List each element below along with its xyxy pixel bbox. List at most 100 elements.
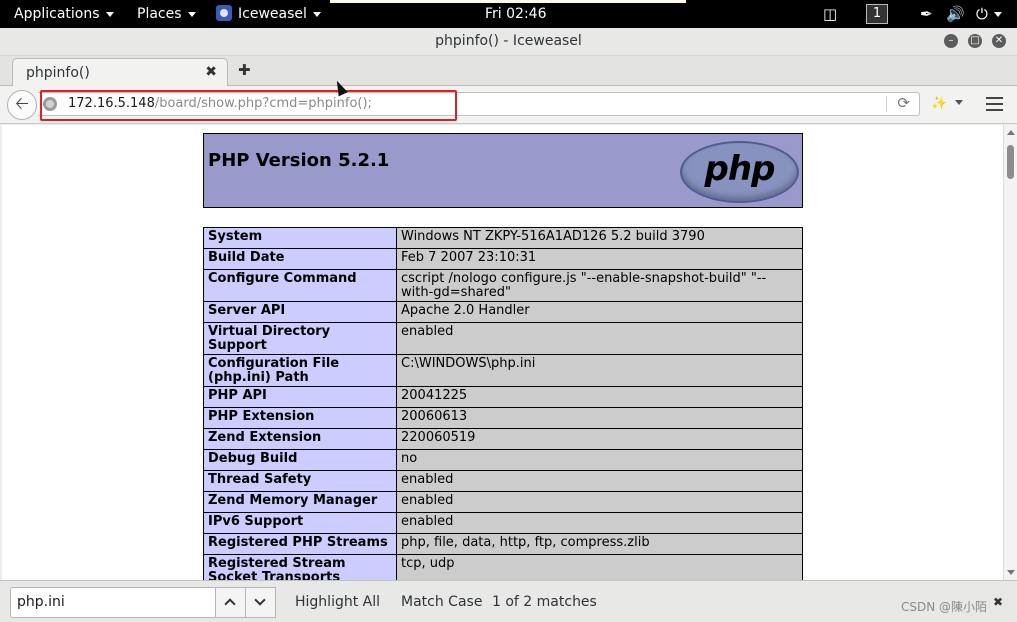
addon-icon[interactable]: ✨ xyxy=(931,96,947,111)
info-key: Configure Command xyxy=(203,269,397,302)
info-value: 20060613 xyxy=(396,407,803,429)
table-row: Build Date Feb 7 2007 23:10:31 xyxy=(203,248,803,270)
maximize-button[interactable]: □ xyxy=(968,34,982,48)
table-row: Zend Memory Manager enabled xyxy=(203,491,803,513)
table-row: IPv6 Support enabled xyxy=(203,512,803,534)
reload-icon[interactable]: ⟳ xyxy=(897,94,910,112)
table-row: Thread Safety enabled xyxy=(203,470,803,492)
info-value: 220060519 xyxy=(396,428,803,450)
tab-phpinfo[interactable]: phpinfo() ✖ xyxy=(12,58,228,87)
active-app-label: Iceweasel xyxy=(238,6,307,22)
scroll-down-icon[interactable] xyxy=(1007,570,1015,575)
scrollbar-thumb[interactable] xyxy=(1007,145,1014,179)
info-value: Windows NT ZKPY-516A1AD126 5.2 build 379… xyxy=(396,227,803,249)
window-title: phpinfo() - Iceweasel xyxy=(435,33,582,49)
find-bar: php.ini Highlight All Match Case 1 of 2 … xyxy=(0,580,1017,622)
info-value: php, file, data, http, ftp, compress.zli… xyxy=(396,533,803,555)
info-value: enabled xyxy=(396,470,803,492)
tab-strip: phpinfo() ✖ ✚ xyxy=(0,56,1017,87)
info-key: Configuration File (php.ini) Path xyxy=(203,354,397,387)
table-row: Configuration File (php.ini) Path C:\WIND… xyxy=(203,354,803,387)
info-key: PHP Extension xyxy=(203,407,397,429)
php-header-banner: PHP Version 5.2.1 php xyxy=(203,133,803,208)
info-key: Thread Safety xyxy=(203,470,397,492)
close-tab-icon[interactable]: ✖ xyxy=(205,64,217,80)
find-next-button[interactable] xyxy=(245,587,276,618)
php-info-table: System Windows NT ZKPY-516A1AD126 5.2 bui… xyxy=(203,227,803,580)
info-value: 20041225 xyxy=(396,386,803,408)
info-key: Server API xyxy=(203,301,397,323)
match-case-toggle[interactable]: Match Case xyxy=(401,594,482,610)
info-key: Debug Build xyxy=(203,449,397,471)
camera-icon[interactable]: ◫ xyxy=(823,0,837,28)
table-row: Debug Build no xyxy=(203,449,803,471)
top-panel: Applications Places Iceweasel Fri 02:46 … xyxy=(0,0,1017,28)
table-row: Virtual Directory Support enabled xyxy=(203,322,803,355)
info-key: Zend Memory Manager xyxy=(203,491,397,513)
new-tab-button[interactable]: ✚ xyxy=(238,61,251,79)
table-row: Server API Apache 2.0 Handler xyxy=(203,301,803,323)
table-row: Registered Stream Socket Transports tcp, … xyxy=(203,554,803,580)
tab-label: phpinfo() xyxy=(26,65,90,81)
table-row: System Windows NT ZKPY-516A1AD126 5.2 bui… xyxy=(203,227,803,249)
info-value: enabled xyxy=(396,322,803,355)
info-key: PHP API xyxy=(203,386,397,408)
close-window-button[interactable]: ✕ xyxy=(992,34,1006,48)
places-menu-label: Places xyxy=(137,6,182,22)
iceweasel-icon xyxy=(216,5,232,21)
info-value: Apache 2.0 Handler xyxy=(396,301,803,323)
url-separator xyxy=(886,96,887,112)
volume-icon[interactable]: 🔊 xyxy=(946,0,965,28)
pen-icon[interactable]: ✒ xyxy=(920,0,933,28)
php-logo-text: php xyxy=(704,149,776,189)
workspace-number: 1 xyxy=(866,4,888,24)
find-status: 1 of 2 matches xyxy=(492,594,597,610)
find-previous-button[interactable] xyxy=(215,587,246,618)
table-row: Registered PHP Streams php, file, data, h… xyxy=(203,533,803,555)
find-input[interactable]: php.ini xyxy=(10,587,216,618)
chevron-down-icon xyxy=(993,12,1002,17)
highlight-all-toggle[interactable]: Highlight All xyxy=(295,594,380,610)
hamburger-menu-icon[interactable] xyxy=(986,97,1003,111)
vertical-scrollbar[interactable] xyxy=(1003,125,1017,580)
php-version-title: PHP Version 5.2.1 xyxy=(208,150,390,171)
places-menu[interactable]: Places xyxy=(137,0,196,28)
close-icon[interactable]: ✖ xyxy=(993,595,1003,609)
watermark-text: CSDN @陳小陌 xyxy=(901,600,988,614)
table-row: PHP Extension 20060613 xyxy=(203,407,803,429)
scroll-up-icon[interactable] xyxy=(1007,130,1015,135)
info-key: Zend Extension xyxy=(203,428,397,450)
workspace-indicator[interactable]: 1 xyxy=(866,0,888,28)
info-value: enabled xyxy=(396,512,803,534)
applications-menu[interactable]: Applications xyxy=(14,0,114,28)
info-key: Registered Stream Socket Transports xyxy=(203,554,397,580)
chevron-down-icon xyxy=(312,11,321,17)
info-key: System xyxy=(203,227,397,249)
back-button[interactable]: 🡠 xyxy=(7,90,37,120)
chevron-down-icon xyxy=(254,594,266,606)
info-value: Feb 7 2007 23:10:31 xyxy=(396,248,803,270)
clock[interactable]: Fri 02:46 xyxy=(485,0,546,28)
info-value: enabled xyxy=(396,491,803,513)
table-row: Zend Extension 220060519 xyxy=(203,428,803,450)
info-value: tcp, udp xyxy=(396,554,803,580)
info-value: cscript /nologo configure.js "--enable-s… xyxy=(396,269,803,302)
info-key: Build Date xyxy=(203,248,397,270)
table-row: PHP API 20041225 xyxy=(203,386,803,408)
chevron-up-icon xyxy=(224,598,236,610)
php-logo[interactable]: php xyxy=(680,141,799,203)
chevron-down-icon xyxy=(105,11,114,17)
info-key: Registered PHP Streams xyxy=(203,533,397,555)
minimize-button[interactable]: – xyxy=(944,34,958,48)
info-key: Virtual Directory Support xyxy=(203,322,397,355)
info-value: no xyxy=(396,449,803,471)
arrow-left-icon: 🡠 xyxy=(15,94,29,114)
chevron-down-icon[interactable] xyxy=(955,100,963,105)
power-icon[interactable]: ⏻ xyxy=(976,0,1002,28)
chevron-down-icon xyxy=(187,11,196,17)
active-app-menu[interactable]: Iceweasel xyxy=(216,0,321,28)
url-annotation-box xyxy=(40,90,457,121)
page-content: PHP Version 5.2.1 php System Windows NT Z… xyxy=(2,125,1003,580)
window-titlebar: phpinfo() - Iceweasel – □ ✕ xyxy=(0,28,1017,56)
applications-menu-label: Applications xyxy=(14,6,100,22)
